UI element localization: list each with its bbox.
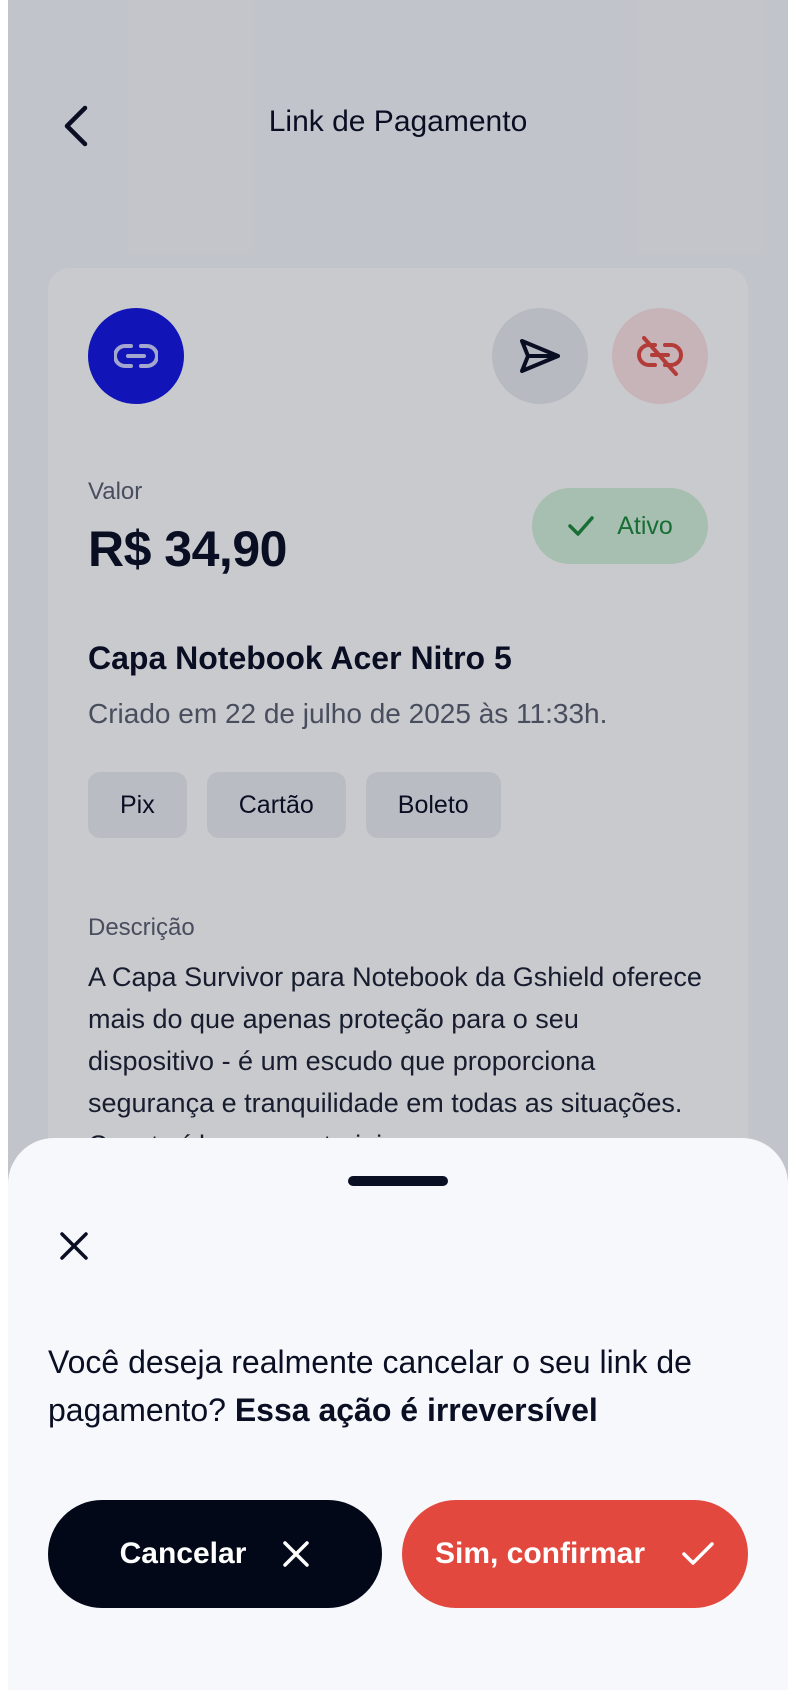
close-icon <box>60 1232 88 1260</box>
check-icon <box>682 1542 714 1565</box>
sheet-drag-handle[interactable] <box>348 1176 448 1186</box>
confirm-button[interactable]: Sim, confirmar <box>402 1500 748 1608</box>
cancel-button-label: Cancelar <box>119 1537 247 1570</box>
x-icon <box>283 1541 310 1567</box>
close-sheet-button[interactable] <box>46 1218 102 1274</box>
confirm-message: Você deseja realmente cancelar o seu lin… <box>48 1338 748 1434</box>
cancel-button[interactable]: Cancelar <box>48 1500 382 1608</box>
confirm-cancel-sheet: Você deseja realmente cancelar o seu lin… <box>8 1138 788 1690</box>
screen: Link de Pagamento Valor R$ 34,90 Ativo C… <box>8 0 788 1690</box>
confirm-message-warning: Essa ação é irreversível <box>234 1392 598 1428</box>
confirm-button-label: Sim, confirmar <box>434 1537 646 1570</box>
